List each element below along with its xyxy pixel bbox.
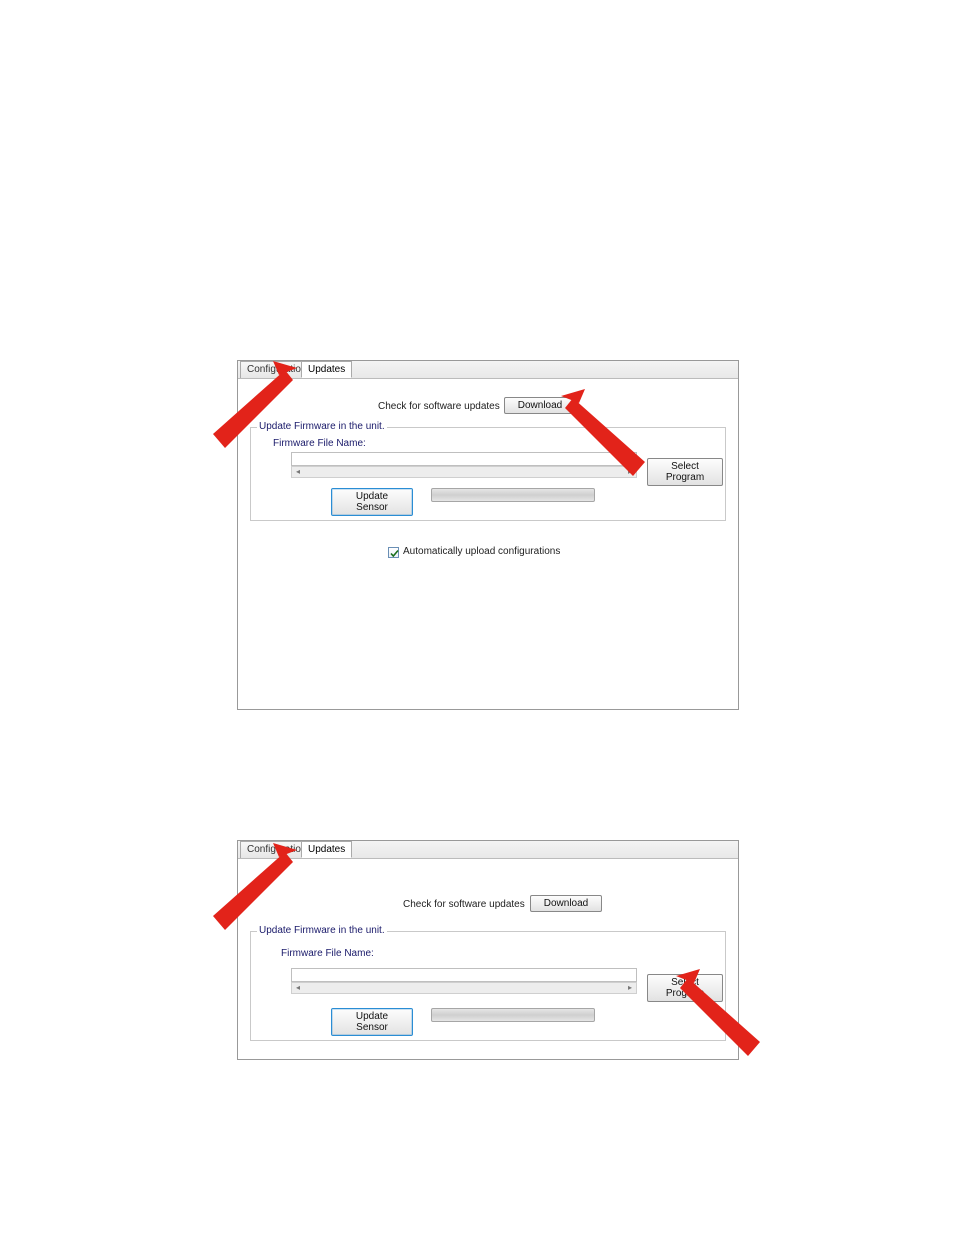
group-legend-2: Update Firmware in the unit. bbox=[257, 925, 387, 936]
scroll-right-icon[interactable]: ▸ bbox=[624, 467, 636, 479]
check-updates-label-2: Check for software updates bbox=[403, 899, 525, 910]
update-sensor-button-2[interactable]: Update Sensor bbox=[331, 1008, 413, 1036]
firmware-scrollbar[interactable]: ◂ ▸ bbox=[291, 466, 637, 478]
check-icon bbox=[389, 548, 400, 559]
tab-strip: Configuration Updates bbox=[238, 361, 738, 379]
scroll-right-icon-2[interactable]: ▸ bbox=[624, 983, 636, 995]
firmware-groupbox-2: Update Firmware in the unit. Firmware Fi… bbox=[250, 931, 726, 1041]
download-button[interactable]: Download bbox=[504, 397, 576, 414]
update-sensor-button[interactable]: Update Sensor bbox=[331, 488, 413, 516]
group-legend: Update Firmware in the unit. bbox=[257, 421, 387, 432]
scroll-left-icon[interactable]: ◂ bbox=[292, 467, 304, 479]
select-program-button-2[interactable]: Select Program bbox=[647, 974, 723, 1002]
firmware-scrollbar-2[interactable]: ◂ ▸ bbox=[291, 982, 637, 994]
progress-bar-2 bbox=[431, 1008, 595, 1022]
scroll-left-icon-2[interactable]: ◂ bbox=[292, 983, 304, 995]
firmware-file-input-2[interactable] bbox=[291, 968, 637, 982]
auto-upload-checkbox[interactable] bbox=[388, 547, 399, 558]
firmware-file-input[interactable] bbox=[291, 452, 637, 466]
tab-updates[interactable]: Updates bbox=[301, 361, 352, 378]
firmware-groupbox: Update Firmware in the unit. Firmware Fi… bbox=[250, 427, 726, 521]
tab-updates-2[interactable]: Updates bbox=[301, 841, 352, 858]
firmware-file-label-2: Firmware File Name: bbox=[281, 948, 374, 959]
tab-strip-2: Configuration Updates bbox=[238, 841, 738, 859]
progress-bar bbox=[431, 488, 595, 502]
auto-upload-label: Automatically upload configurations bbox=[403, 546, 560, 557]
screenshot-bottom: Configuration Updates Check for software… bbox=[237, 840, 739, 1060]
tab-body-2: Check for software updates Download Upda… bbox=[238, 859, 738, 1059]
tab-body: Check for software updates Download Upda… bbox=[238, 379, 738, 709]
firmware-file-label: Firmware File Name: bbox=[273, 438, 366, 449]
select-program-button[interactable]: Select Program bbox=[647, 458, 723, 486]
check-updates-label: Check for software updates bbox=[378, 401, 500, 412]
download-button-2[interactable]: Download bbox=[530, 895, 602, 912]
screenshot-top: Configuration Updates Check for software… bbox=[237, 360, 739, 710]
